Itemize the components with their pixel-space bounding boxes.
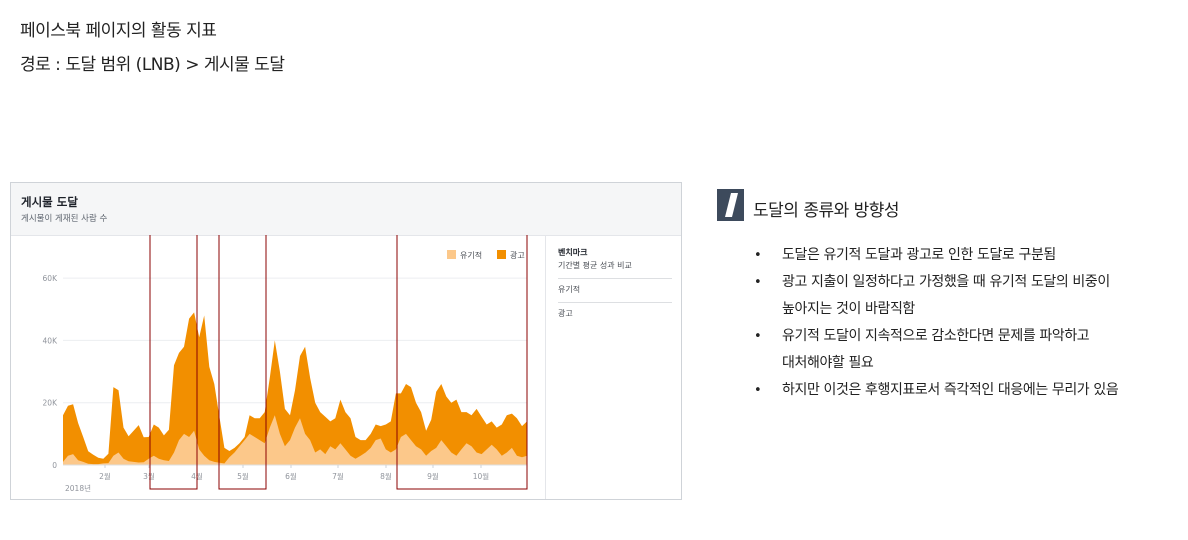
chart-gridlines bbox=[63, 277, 527, 404]
x-axis: 2월 3월 4월 5월 6월 7월 8월 9월 10월 bbox=[99, 465, 489, 481]
notes-bullet-text: 대처해야할 필요 bbox=[782, 355, 874, 371]
divider bbox=[558, 278, 672, 279]
x-tick-label: 8월 bbox=[380, 471, 392, 481]
x-tick-label: 3월 bbox=[143, 471, 155, 481]
notes-bullet-text: 광고 지출이 일정하다고 가정했을 때 유기적 도달의 비중이 bbox=[782, 274, 1110, 290]
notes-bullet-item: 도달은 유기적 도달과 광고로 인한 도달로 구분됨 bbox=[754, 242, 1118, 269]
benchmark-title: 벤치마크 bbox=[558, 248, 588, 257]
legend-swatch-paid bbox=[497, 250, 506, 259]
x-tick-label: 7월 bbox=[332, 471, 344, 481]
notes-title: 도달의 종류와 방향성 bbox=[753, 201, 900, 221]
notes-bullet-text: 도달은 유기적 도달과 광고로 인한 도달로 구분됨 bbox=[782, 247, 1056, 263]
divider bbox=[558, 302, 672, 303]
benchmark-paid-item[interactable]: 광고 bbox=[558, 308, 573, 319]
notes-bullet-text: 높아지는 것이 바람직함 bbox=[782, 301, 915, 317]
notes-bullet-item: 광고 지출이 일정하다고 가정했을 때 유기적 도달의 비중이높아지는 것이 바… bbox=[754, 269, 1118, 323]
y-tick-label: 60K bbox=[43, 274, 59, 283]
x-tick-label: 9월 bbox=[427, 471, 439, 481]
x-axis-year-label: 2018년 bbox=[65, 483, 91, 493]
x-tick-label: 6월 bbox=[285, 471, 297, 481]
panel-subtitle: 게시물이 게재된 사람 수 bbox=[21, 214, 108, 224]
notes-bullet-text: 유기적 도달이 지속적으로 감소한다면 문제를 파악하고 bbox=[782, 328, 1090, 344]
legend-label-organic: 유기적 bbox=[460, 250, 482, 260]
slash-bar-icon bbox=[717, 189, 744, 221]
notes-bullet-item: 하지만 이것은 후행지표로서 즉각적인 대응에는 무리가 있음 bbox=[754, 377, 1119, 404]
benchmark-organic-item[interactable]: 유기적 bbox=[558, 284, 580, 295]
reach-area-chart: 020K40K60K 2월 3월 4월 5월 6월 7월 8월 9월 10월 2018년 유기적… bbox=[43, 235, 528, 493]
page-heading: 페이스북 페이지의 활동 지표 bbox=[20, 21, 217, 41]
notes-bullet-text: 하지만 이것은 후행지표로서 즉각적인 대응에는 무리가 있음 bbox=[782, 382, 1119, 398]
notes-bullet-list: 도달은 유기적 도달과 광고로 인한 도달로 구분됨광고 지출이 일정하다고 가… bbox=[754, 242, 1119, 404]
panel-header: 게시물 도달 게시물이 게재된 사람 수 bbox=[11, 183, 681, 236]
x-tick-label: 10월 bbox=[473, 471, 490, 481]
benchmark-subtitle: 기간별 평균 성과 비교 bbox=[558, 261, 632, 270]
legend-label-paid: 광고 bbox=[510, 250, 525, 260]
panel-title: 게시물 도달 bbox=[21, 195, 78, 209]
y-axis: 0 20K 40K 60K bbox=[43, 274, 59, 470]
legend-swatch-organic bbox=[447, 250, 456, 259]
chart-legend: 유기적 광고 bbox=[447, 250, 525, 260]
benchmark-sidebar: 벤치마크 기간별 평균 성과 비교 유기적 광고 bbox=[545, 235, 682, 499]
x-tick-label: 2월 bbox=[99, 471, 111, 481]
y-tick-label: 20K bbox=[43, 399, 59, 408]
y-tick-label: 40K bbox=[43, 336, 59, 345]
post-reach-panel: 게시물 도달 게시물이 게재된 사람 수 0 20K 40K 60K 2월 3월 4월 5월… bbox=[10, 182, 682, 500]
y-tick-label: 0 bbox=[52, 461, 57, 470]
navigation-path: 경로 : 도달 범위 (LNB) > 게시물 도달 bbox=[20, 55, 285, 75]
x-tick-label: 5월 bbox=[237, 471, 249, 481]
notes-bullet-item: 유기적 도달이 지속적으로 감소한다면 문제를 파악하고대처해야할 필요 bbox=[754, 323, 1118, 377]
